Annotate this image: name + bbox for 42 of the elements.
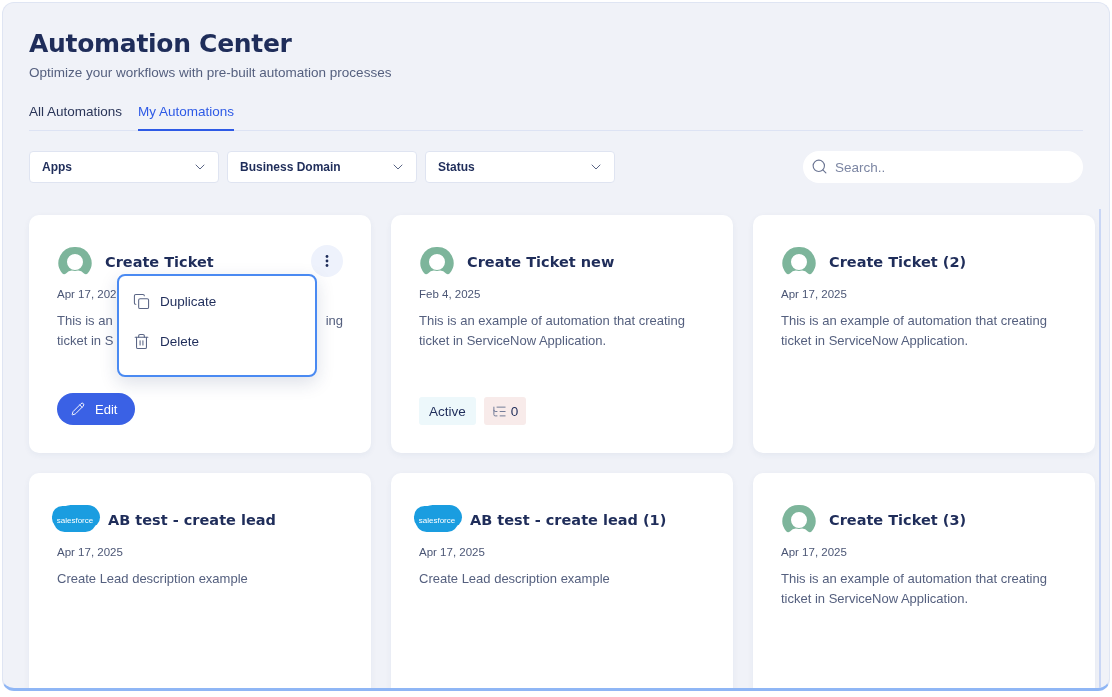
edit-button[interactable]: Edit (57, 393, 136, 425)
count-value: 0 (510, 403, 519, 419)
card-title: Create Ticket (2) (829, 254, 967, 270)
card-description: ticket in S (57, 332, 114, 350)
search-field[interactable]: Search.. (803, 151, 1083, 183)
card-description: ing (325, 312, 343, 330)
steps-icon (491, 403, 507, 419)
filter-dropdown[interactable]: Status (425, 151, 615, 183)
cloud-logo: salesforce (416, 508, 458, 532)
card-description: This is an example of automation that creating ticket in ServiceNow Application. (419, 312, 686, 350)
card-description: Create Lead description example (57, 570, 249, 588)
more-icon (325, 255, 329, 267)
card-description: This is an (57, 312, 113, 330)
more-button[interactable] (311, 245, 343, 277)
card-date: Apr 17, 2025 (57, 546, 124, 558)
filter-dropdown[interactable]: Apps (29, 151, 219, 183)
card-title: AB test - create lead (108, 512, 276, 528)
menu-item[interactable]: Delete (125, 321, 309, 361)
page-title: Automation Center (29, 29, 293, 58)
duplicate-icon (133, 292, 150, 310)
card-title: Create Ticket (105, 254, 214, 270)
page-subtitle: Optimize your workflows with pre-built automation processes (29, 65, 393, 80)
tab[interactable]: All Automations (29, 100, 123, 131)
card-date: Apr 17, 2025 (781, 546, 848, 558)
card-description: This is an example of automation that creating ticket in ServiceNow Application. (781, 312, 1048, 350)
card-date: Apr 17, 2025 (781, 288, 848, 300)
card-title: Create Ticket (3) (829, 512, 967, 528)
card-title: AB test - create lead (1) (470, 512, 667, 528)
card-description: This is an example of automation that creating ticket in ServiceNow Application. (781, 570, 1048, 608)
menu-item[interactable]: Duplicate (125, 281, 309, 321)
card-title: Create Ticket new (467, 254, 615, 270)
cloud-logo: salesforce (54, 508, 96, 532)
status-tag: Active (419, 397, 476, 425)
card-description: Create Lead description example (419, 570, 611, 588)
card-date: Feb 4, 2025 (419, 288, 482, 300)
pencil-icon (71, 402, 85, 416)
filter-dropdown[interactable]: Business Domain (227, 151, 417, 183)
card-date: Apr 17, 202 (57, 288, 118, 300)
card-date: Apr 17, 2025 (419, 546, 486, 558)
trash-icon (133, 332, 150, 350)
tab[interactable]: My Automations (138, 100, 235, 131)
search-icon (811, 158, 828, 175)
